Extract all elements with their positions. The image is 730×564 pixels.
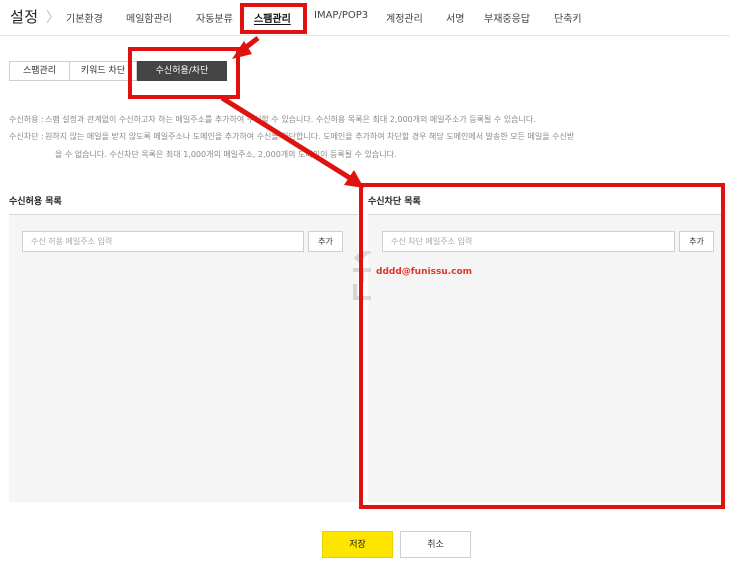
annotation-arrows [220,36,364,188]
save-button[interactable]: 저장 [322,531,393,558]
cancel-button[interactable]: 취소 [400,531,471,558]
arrow-to-subtab [232,36,260,59]
arrow-to-block-list [220,95,364,188]
